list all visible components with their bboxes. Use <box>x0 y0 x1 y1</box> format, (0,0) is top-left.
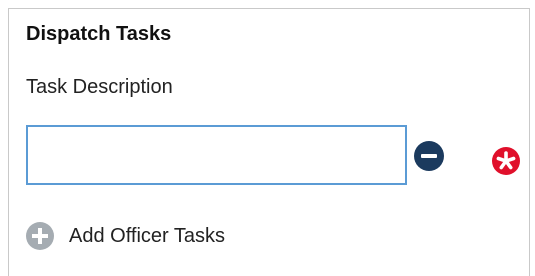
add-officer-tasks-label: Add Officer Tasks <box>69 224 225 247</box>
section-title: Dispatch Tasks <box>26 23 172 45</box>
task-description-label: Task Description <box>26 76 173 98</box>
asterisk-required-icon <box>492 147 520 175</box>
plus-circle-icon <box>26 222 54 250</box>
add-officer-tasks-button[interactable]: Add Officer Tasks <box>26 221 225 251</box>
dispatch-tasks-panel: Dispatch Tasks Task Description Add Offi… <box>8 8 530 276</box>
remove-task-button[interactable] <box>414 141 444 171</box>
task-description-input[interactable] <box>26 125 407 185</box>
minus-circle-icon <box>421 154 437 158</box>
